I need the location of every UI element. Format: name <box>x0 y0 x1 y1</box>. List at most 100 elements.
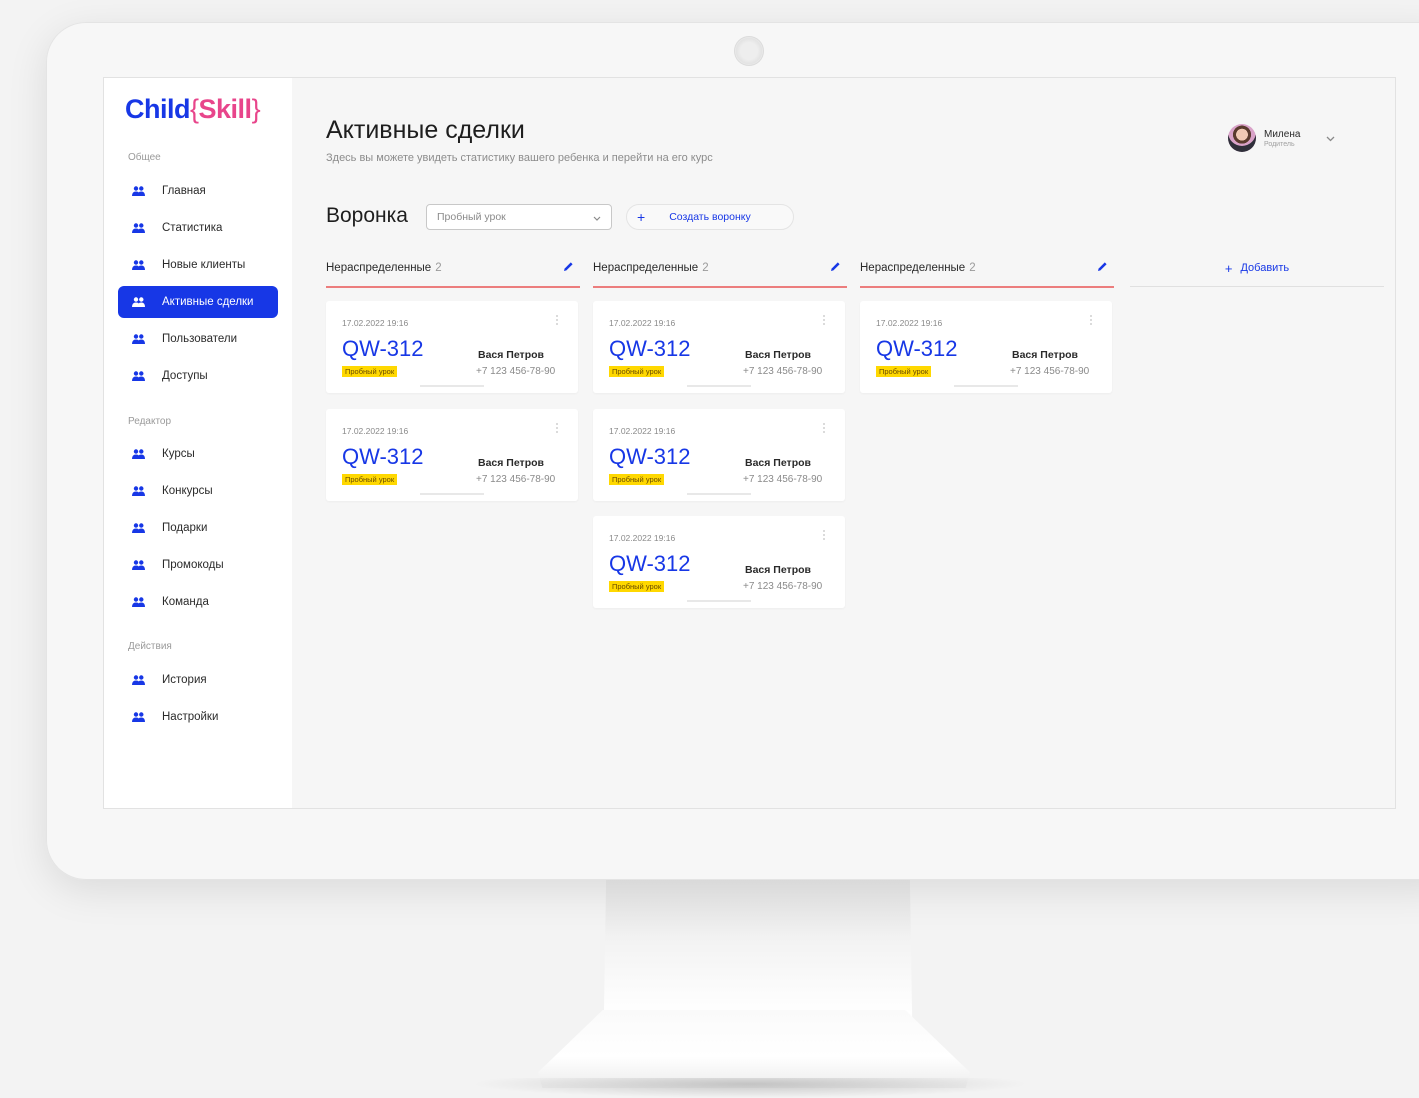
deal-code: QW-312 <box>609 551 691 576</box>
users-icon <box>132 371 148 381</box>
client-name: Вася Петров <box>745 564 811 576</box>
dots-vertical-icon[interactable] <box>822 528 826 546</box>
dots-vertical-icon[interactable] <box>1089 313 1093 331</box>
deal-code: QW-312 <box>876 336 958 361</box>
sidebar-item-gifts[interactable]: Подарки <box>118 512 278 544</box>
sidebar-item-label: Главная <box>162 185 206 197</box>
sidebar-item-label: История <box>162 674 207 686</box>
column-count: 2 <box>702 262 709 274</box>
sidebar-item-label: Статистика <box>162 222 223 234</box>
sidebar-item-label: Настройки <box>162 711 219 723</box>
users-icon <box>132 597 148 607</box>
client-name: Вася Петров <box>478 349 544 361</box>
sidebar-item-label: Команда <box>162 596 209 608</box>
users-icon <box>132 486 148 496</box>
column-count: 2 <box>435 262 442 274</box>
deal-date: 17.02.2022 19:16 <box>609 533 676 543</box>
deal-card[interactable]: 17.02.2022 19:16 QW-312 Пробный урок Вас… <box>593 301 845 393</box>
user-name: Милена <box>1264 128 1301 140</box>
sidebar-item-label: Курсы <box>162 448 195 460</box>
deal-code: QW-312 <box>609 444 691 469</box>
users-icon <box>132 334 148 344</box>
pencil-icon[interactable] <box>563 261 574 275</box>
deal-code: QW-312 <box>609 336 691 361</box>
deal-card[interactable]: 17.02.2022 19:16 QW-312 Пробный урок Вас… <box>326 301 578 393</box>
sidebar-item-access[interactable]: Доступы <box>118 360 278 392</box>
client-phone: +7 123 456-78-90 <box>743 366 823 377</box>
client-phone: +7 123 456-78-90 <box>476 366 556 377</box>
sidebar-item-label: Конкурсы <box>162 485 213 497</box>
sidebar-item-statistics[interactable]: Статистика <box>118 212 278 244</box>
sidebar-item-team[interactable]: Команда <box>118 586 278 618</box>
page-title: Активные сделки <box>326 116 525 144</box>
logo-skill: Skill <box>198 94 253 124</box>
sidebar-item-contests[interactable]: Конкурсы <box>118 475 278 507</box>
column-header: Нераспределенные 2 <box>326 250 580 288</box>
client-name: Вася Петров <box>745 457 811 469</box>
sidebar-item-history[interactable]: История <box>118 664 278 696</box>
deal-card[interactable]: 17.02.2022 19:16 QW-312 Пробный урок Вас… <box>593 409 845 501</box>
section-label-editor: Редактор <box>128 416 172 427</box>
deal-card[interactable]: 17.02.2022 19:16 QW-312 Пробный урок Вас… <box>860 301 1112 393</box>
user-menu[interactable]: Милена Родитель <box>1228 124 1335 152</box>
card-progress-bar <box>954 385 1018 387</box>
sidebar-item-settings[interactable]: Настройки <box>118 701 278 733</box>
dots-vertical-icon[interactable] <box>822 421 826 439</box>
column-header: Нераспределенные 2 <box>593 250 847 288</box>
sidebar-item-active-deals[interactable]: Активные сделки <box>118 286 278 318</box>
sidebar-item-label: Промокоды <box>162 559 224 571</box>
users-icon <box>132 223 148 233</box>
monitor-base <box>538 1010 970 1088</box>
client-phone: +7 123 456-78-90 <box>476 474 556 485</box>
card-progress-bar <box>687 493 751 495</box>
column-title: Нераспределенные <box>326 262 432 274</box>
section-label-actions: Действия <box>128 641 172 652</box>
sidebar-item-label: Доступы <box>162 370 208 382</box>
chevron-down-icon <box>593 213 601 225</box>
user-role: Родитель <box>1264 140 1295 148</box>
card-progress-bar <box>687 600 751 602</box>
funnel-title: Воронка <box>326 204 408 227</box>
deal-tag: Пробный урок <box>876 366 932 377</box>
sidebar-item-users[interactable]: Пользователи <box>118 323 278 355</box>
sidebar-item-promocodes[interactable]: Промокоды <box>118 549 278 581</box>
users-icon <box>132 449 148 459</box>
client-name: Вася Петров <box>478 457 544 469</box>
logo-close-brace: } <box>251 94 261 124</box>
sidebar-item-main[interactable]: Главная <box>118 175 278 207</box>
sidebar-item-label: Активные сделки <box>162 296 254 308</box>
sidebar-item-courses[interactable]: Курсы <box>118 438 278 470</box>
client-phone: +7 123 456-78-90 <box>743 474 823 485</box>
sidebar-item-label: Новые клиенты <box>162 259 246 271</box>
pencil-icon[interactable] <box>1097 261 1108 275</box>
card-progress-bar <box>687 385 751 387</box>
deal-date: 17.02.2022 19:16 <box>876 318 943 328</box>
deal-date: 17.02.2022 19:16 <box>609 426 676 436</box>
sidebar: Child{Skill} Общее Главная Статистика Но… <box>104 78 292 808</box>
logo-child: Child <box>125 94 191 124</box>
pencil-icon[interactable] <box>830 261 841 275</box>
create-funnel-button[interactable]: + Создать воронку <box>626 204 794 230</box>
dots-vertical-icon[interactable] <box>555 421 559 439</box>
logo[interactable]: Child{Skill} <box>125 94 261 125</box>
users-icon <box>132 712 148 722</box>
chevron-down-icon[interactable] <box>1326 129 1335 147</box>
deal-card[interactable]: 17.02.2022 19:16 QW-312 Пробный урок Вас… <box>326 409 578 501</box>
plus-icon: + <box>637 209 646 225</box>
dots-vertical-icon[interactable] <box>822 313 826 331</box>
deal-code: QW-312 <box>342 444 424 469</box>
client-phone: +7 123 456-78-90 <box>743 581 823 592</box>
sidebar-item-new-clients[interactable]: Новые клиенты <box>118 249 278 281</box>
users-icon <box>132 560 148 570</box>
add-column-button[interactable]: + Добавить <box>1130 250 1384 287</box>
section-label-general: Общее <box>128 152 161 163</box>
plus-icon: + <box>1224 260 1233 276</box>
column-count: 2 <box>969 262 976 274</box>
users-icon <box>132 186 148 196</box>
funnel-select[interactable]: Пробный урок <box>426 204 612 230</box>
client-name: Вася Петров <box>745 349 811 361</box>
users-icon <box>132 297 148 307</box>
dots-vertical-icon[interactable] <box>555 313 559 331</box>
deal-card[interactable]: 17.02.2022 19:16 QW-312 Пробный урок Вас… <box>593 516 845 608</box>
client-name: Вася Петров <box>1012 349 1078 361</box>
